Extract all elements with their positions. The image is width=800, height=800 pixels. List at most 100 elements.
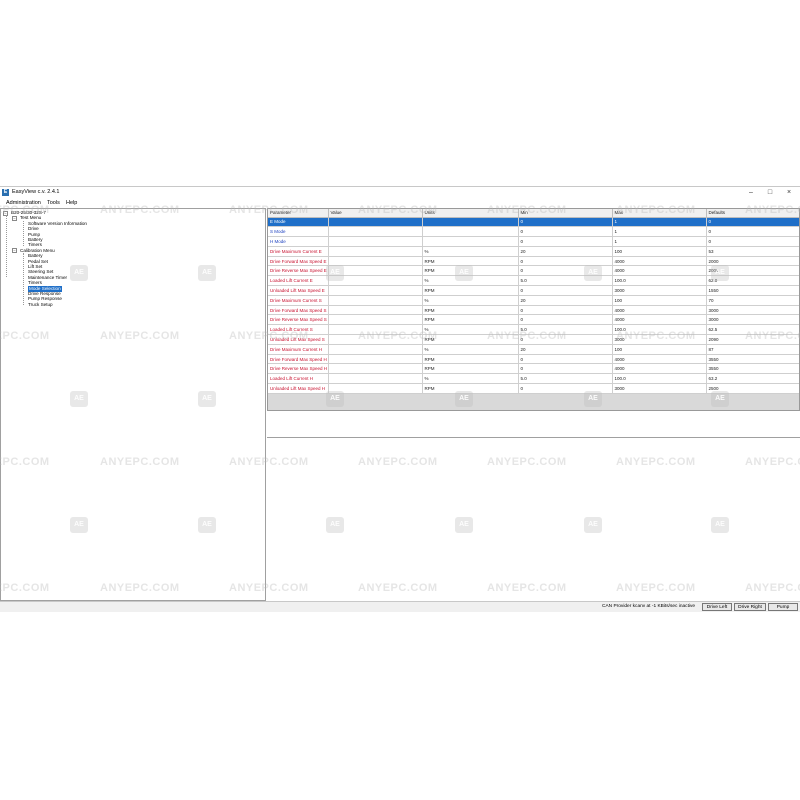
table-row[interactable]: Drive Reverse Max Speed E RPM 0 4000 2000 (268, 265, 799, 277)
cell-value[interactable] (328, 383, 423, 394)
cell-units: RPM (422, 305, 519, 316)
cell-value[interactable] (328, 373, 423, 385)
menu-help[interactable]: Help (66, 200, 77, 206)
cell-units: % (422, 344, 519, 355)
cell-min: 0 (518, 285, 613, 296)
cell-units: % (422, 373, 519, 385)
cell-defaults: 1550 (706, 285, 799, 296)
drive-right-button[interactable]: Drive Right (734, 603, 766, 611)
column-header-min[interactable]: Min (518, 209, 613, 218)
cell-parameter: Unloaded Lift Max Speed H (268, 383, 329, 394)
pump-button[interactable]: Pump (768, 603, 798, 611)
output-log[interactable] (267, 437, 800, 601)
column-header-max[interactable]: Max (612, 209, 707, 218)
cell-value[interactable] (328, 295, 423, 306)
table-row[interactable]: Unloaded Lift Max Speed E RPM 0 3000 1550 (268, 285, 799, 296)
cell-value[interactable] (328, 334, 423, 345)
cell-defaults: 3550 (706, 363, 799, 375)
cell-value[interactable] (328, 217, 423, 228)
cell-value[interactable] (328, 354, 423, 365)
cell-min: 0 (518, 383, 613, 394)
parameter-grid-container: Parameter Value Units Min Max Defaults E Mode… (267, 208, 800, 411)
cell-value[interactable] (328, 305, 423, 316)
cell-parameter: Drive Maximum Current H (268, 344, 329, 355)
cell-value[interactable] (328, 265, 423, 277)
cell-units: RPM (422, 354, 519, 365)
menu-tools[interactable]: Tools (47, 200, 60, 206)
cell-units: % (422, 246, 519, 257)
menu-administration[interactable]: Administration (6, 200, 41, 206)
cell-max: 1 (612, 236, 707, 247)
cell-max: 100 (612, 246, 707, 257)
table-row[interactable]: Drive Reverse Max Speed H RPM 0 4000 3550 (268, 363, 799, 375)
table-row[interactable]: Loaded Lift Current E% 5.0 100.0 62.0 (268, 275, 799, 287)
cell-defaults: 53 (706, 246, 799, 257)
cell-value[interactable] (328, 236, 423, 247)
table-row[interactable]: H Mode 0 1 0 (268, 236, 799, 247)
cell-max: 1 (612, 217, 707, 228)
cell-max: 100 (612, 295, 707, 306)
column-header-parameter[interactable]: Parameter (268, 209, 329, 218)
column-header-units[interactable]: Units (422, 209, 519, 218)
cell-value[interactable] (328, 226, 423, 238)
cell-max: 4000 (612, 354, 707, 365)
cell-min: 0 (518, 305, 613, 316)
cell-defaults: 87 (706, 344, 799, 355)
table-row[interactable]: Unloaded Lift Max Speed S RPM 0 3000 2090 (268, 334, 799, 345)
cell-max: 100.0 (612, 373, 707, 385)
cell-value[interactable] (328, 314, 423, 326)
cell-units (422, 236, 519, 247)
cell-parameter: Loaded Lift Current S (268, 324, 329, 336)
table-row[interactable]: Drive Maximum Current S% 20 100 70 (268, 295, 799, 306)
maximize-button[interactable]: □ (765, 188, 775, 197)
table-row[interactable]: Loaded Lift Current S% 5.0 100.0 62.5 (268, 324, 799, 336)
table-row[interactable]: Drive Maximum Current H% 20 100 87 (268, 344, 799, 355)
cell-min: 0 (518, 236, 613, 247)
cell-min: 5.0 (518, 324, 613, 336)
table-row[interactable]: Loaded Lift Current H% 5.0 100.0 63.2 (268, 373, 799, 385)
cell-defaults: 3000 (706, 314, 799, 326)
cell-value[interactable] (328, 285, 423, 296)
table-row[interactable]: E Mode 0 1 0 (268, 217, 799, 228)
tree-item-truck-setup[interactable]: Truck Setup (28, 302, 53, 308)
close-button[interactable]: × (784, 188, 794, 197)
cell-value[interactable] (328, 246, 423, 257)
tree-collapse-toggle[interactable]: − (12, 215, 17, 221)
cell-value[interactable] (328, 344, 423, 355)
cell-value[interactable] (328, 275, 423, 287)
cell-units (422, 226, 519, 238)
cell-parameter: S Mode (268, 226, 329, 238)
cell-value[interactable] (328, 363, 423, 375)
cell-parameter: Drive Reverse Max Speed H (268, 363, 329, 375)
table-row[interactable]: Drive Forward Max Speed H RPM 0 4000 3550 (268, 354, 799, 365)
cell-value[interactable] (328, 324, 423, 336)
cell-min: 0 (518, 334, 613, 345)
table-row[interactable]: S Mode 0 1 0 (268, 226, 799, 238)
tree-guide-line (23, 220, 24, 246)
column-header-value[interactable]: Value (328, 209, 423, 218)
cell-max: 4000 (612, 314, 707, 326)
column-header-defaults[interactable]: Defaults (706, 209, 799, 218)
cell-max: 3000 (612, 383, 707, 394)
cell-parameter: Drive Forward Max Speed S (268, 305, 329, 316)
title-bar: E EasyView c.v. 2.4.1 – □ × (0, 187, 800, 199)
cell-value[interactable] (328, 256, 423, 267)
cell-max: 1 (612, 226, 707, 238)
table-row[interactable]: Drive Maximum Current E% 20 100 53 (268, 246, 799, 257)
table-row[interactable]: Drive Forward Max Speed S RPM 0 4000 3000 (268, 305, 799, 316)
cell-parameter: Drive Maximum Current E (268, 246, 329, 257)
tree-collapse-toggle[interactable]: − (12, 248, 17, 254)
navigation-tree: − B20-25/30-32S-7− Test Menu Software Versi… (0, 208, 266, 601)
minimize-button[interactable]: – (746, 188, 756, 197)
table-row[interactable]: Drive Reverse Max Speed S RPM 0 4000 3000 (268, 314, 799, 326)
cell-min: 0 (518, 256, 613, 267)
status-bar: CAN Provider kcanv at -1 KBits/sec inact… (0, 601, 800, 612)
cell-units: RPM (422, 285, 519, 296)
table-row[interactable]: Drive Forward Max Speed E RPM 0 4000 2000 (268, 256, 799, 267)
cell-min: 0 (518, 265, 613, 277)
cell-units: RPM (422, 256, 519, 267)
cell-min: 20 (518, 295, 613, 306)
drive-left-button[interactable]: Drive Left (702, 603, 732, 611)
table-row[interactable]: Unloaded Lift Max Speed H RPM 0 3000 2500 (268, 383, 799, 394)
cell-parameter: Drive Reverse Max Speed S (268, 314, 329, 326)
